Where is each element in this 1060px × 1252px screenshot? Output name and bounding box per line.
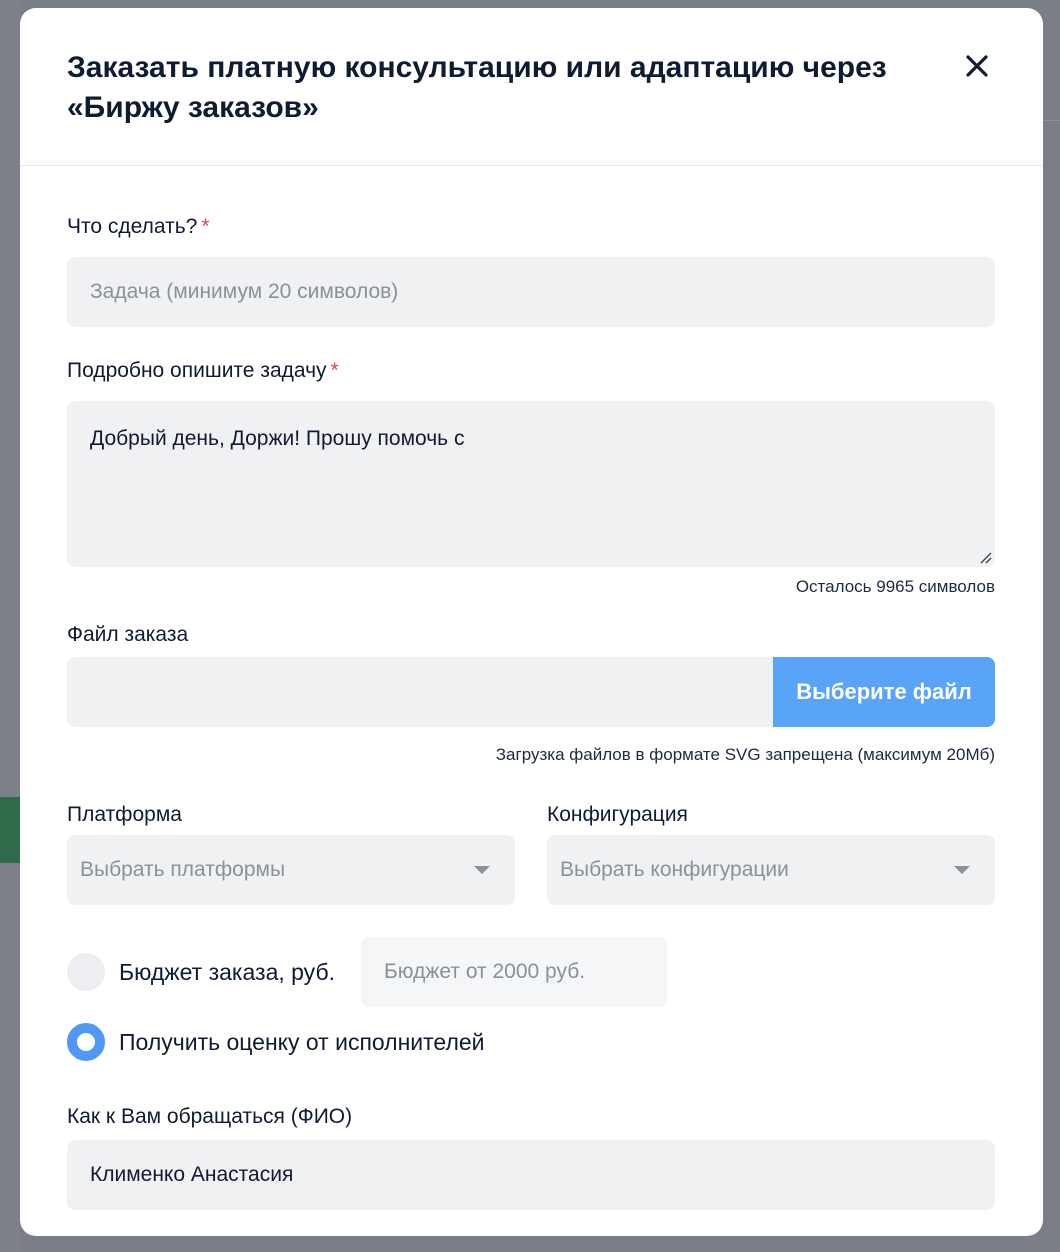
description-label: Подробно опишите задачу * xyxy=(67,357,995,385)
required-mark: * xyxy=(330,359,339,382)
configuration-label: Конфигурация xyxy=(547,803,688,826)
estimate-radio[interactable] xyxy=(67,1023,105,1061)
budget-input[interactable]: Бюджет от 2000 руб. xyxy=(361,937,668,1007)
modal-header: Заказать платную консультацию или адапта… xyxy=(20,8,1043,166)
character-counter: Осталось 9965 символов xyxy=(795,577,995,596)
platform-placeholder: Выбрать платформы xyxy=(80,858,286,881)
file-hint: Загрузка файлов в формате SVG запрещена … xyxy=(495,745,995,764)
background-divider xyxy=(1043,120,1060,121)
platform-label: Платформа xyxy=(67,803,182,826)
task-label: Что сделать? * xyxy=(67,213,995,241)
budget-radio[interactable] xyxy=(67,953,105,991)
order-modal: Заказать платную консультацию или адапта… xyxy=(20,8,1043,1236)
name-label: Как к Вам обращаться (ФИО) xyxy=(67,1105,353,1128)
configuration-placeholder: Выбрать конфигурации xyxy=(560,858,789,881)
order-form: Что сделать? * Задача (минимум 20 символо… xyxy=(67,213,995,1210)
close-button[interactable] xyxy=(961,50,993,82)
file-upload: Выберите файл xyxy=(67,657,995,727)
background-left-strip xyxy=(0,0,20,1252)
configuration-select[interactable]: Выбрать конфигурации xyxy=(547,835,995,905)
description-textarea[interactable]: Добрый день, Доржи! Прошу помочь с xyxy=(67,401,995,567)
estimate-radio-label: Получить оценку от исполнителей xyxy=(119,1028,485,1055)
task-input[interactable]: Задача (минимум 20 символов) xyxy=(67,257,995,327)
platform-select[interactable]: Выбрать платформы xyxy=(67,835,515,905)
name-input[interactable]: Клименко Анастасия xyxy=(67,1140,995,1210)
chevron-down-icon xyxy=(954,866,970,874)
resize-handle-icon[interactable] xyxy=(977,549,993,565)
description-label-text: Подробно опишите задачу xyxy=(67,359,327,382)
description-text: Добрый день, Доржи! Прошу помочь с xyxy=(90,427,465,450)
file-label: Файл заказа xyxy=(67,623,189,646)
budget-option: Бюджет заказа, руб. Бюджет от 2000 руб. xyxy=(67,937,995,1007)
file-name-field[interactable] xyxy=(67,657,773,727)
budget-radio-label: Бюджет заказа, руб. xyxy=(119,958,336,985)
estimate-option: Получить оценку от исполнителей xyxy=(67,1023,995,1061)
task-label-text: Что сделать? xyxy=(67,215,198,238)
background-green-block xyxy=(0,797,20,863)
choose-file-button[interactable]: Выберите файл xyxy=(773,657,995,727)
modal-title: Заказать платную консультацию или адапта… xyxy=(67,51,887,124)
chevron-down-icon xyxy=(474,866,490,874)
close-icon xyxy=(966,55,988,77)
required-mark: * xyxy=(201,215,210,238)
